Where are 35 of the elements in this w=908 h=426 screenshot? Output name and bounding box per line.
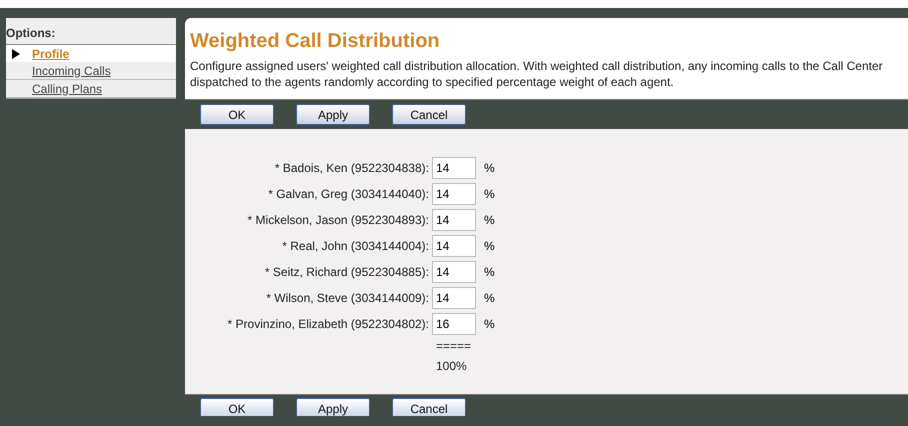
percent-sign: % — [484, 317, 495, 331]
percent-sign: % — [484, 239, 495, 253]
toolbar-button[interactable]: OK — [200, 398, 274, 416]
toolbar-button[interactable]: Cancel — [392, 398, 466, 416]
weight-field[interactable]: 14 — [432, 157, 476, 179]
agent-label: * Galvan, Greg (3034144040): — [267, 187, 430, 201]
weight-field[interactable]: 14 — [432, 183, 476, 205]
toolbar-button[interactable]: Apply — [296, 104, 370, 125]
toolbar-button[interactable]: OK — [200, 104, 274, 125]
weight-field[interactable]: 14 — [432, 261, 476, 283]
percent-sign: % — [484, 213, 495, 227]
agent-label: * Wilson, Steve (3034144009): — [265, 291, 430, 305]
weight-field[interactable]: 14 — [432, 235, 476, 257]
sidebar-item[interactable]: Calling Plans — [6, 80, 176, 98]
total-value: 100% — [436, 359, 468, 373]
percent-sign: % — [484, 265, 495, 279]
description-text: Configure assigned users' weighted call distribution allocation. With weighted call distribution, any incoming calls to the Call Center — [190, 58, 884, 74]
toolbar-button[interactable]: Apply — [296, 398, 370, 416]
weight-field[interactable]: 16 — [432, 313, 476, 335]
agent-label: * Real, John (3034144004): — [281, 239, 430, 253]
toolbar-button[interactable]: Cancel — [392, 104, 466, 125]
percent-sign: % — [484, 161, 495, 175]
total-separator: ===== — [436, 339, 472, 353]
page-title: Weighted Call Distribution — [190, 30, 441, 53]
agent-label: * Seitz, Richard (9522304885): — [264, 265, 430, 279]
weight-field[interactable]: 14 — [432, 209, 476, 231]
percent-sign: % — [484, 291, 495, 305]
sidebar-item[interactable]: Incoming Calls — [6, 62, 176, 80]
agent-label: * Provinzino, Elizabeth (9522304802): — [226, 317, 430, 331]
description-text: dispatched to the agents randomly according to specified percentage weight of each agent. — [190, 74, 675, 90]
agent-label: * Mickelson, Jason (9522304893): — [246, 213, 430, 227]
pointer-icon — [12, 48, 20, 58]
weight-field[interactable]: 14 — [432, 287, 476, 309]
percent-sign: % — [484, 187, 495, 201]
agent-label: * Badois, Ken (9522304838): — [274, 161, 430, 175]
